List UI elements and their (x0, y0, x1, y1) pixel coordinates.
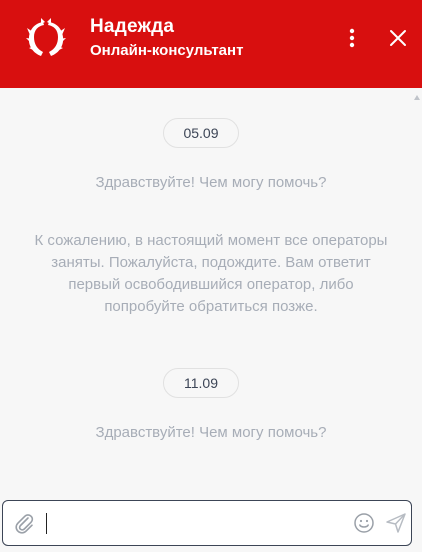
operator-role: Онлайн-консультант (90, 42, 244, 59)
message-list[interactable]: 05.09 Здравствуйте! Чем могу помочь? К с… (0, 88, 422, 498)
date-separator: 11.09 (163, 368, 239, 398)
smiley-icon[interactable] (353, 512, 375, 534)
message-input[interactable] (43, 509, 347, 537)
close-icon[interactable] (386, 26, 410, 50)
paperclip-icon[interactable] (13, 512, 35, 534)
send-icon[interactable] (385, 512, 407, 534)
system-message: Здравствуйте! Чем могу помочь? (95, 424, 327, 441)
more-vertical-icon[interactable] (342, 26, 362, 50)
scroll-up-arrow-icon[interactable] (414, 94, 420, 100)
operator-name: Надежда (90, 16, 175, 37)
system-message: К сожалению, в настоящий момент все опер… (34, 232, 388, 315)
system-message: Здравствуйте! Чем могу помочь? (95, 174, 327, 191)
text-caret (46, 513, 47, 534)
chat-header: Надежда Онлайн-консультант (0, 0, 422, 88)
chat-widget: Надежда Онлайн-консультант 05.09 Здравст… (0, 0, 422, 552)
message-composer (2, 500, 412, 546)
date-separator: 05.09 (163, 118, 239, 148)
wreath-logo-icon (26, 18, 66, 56)
